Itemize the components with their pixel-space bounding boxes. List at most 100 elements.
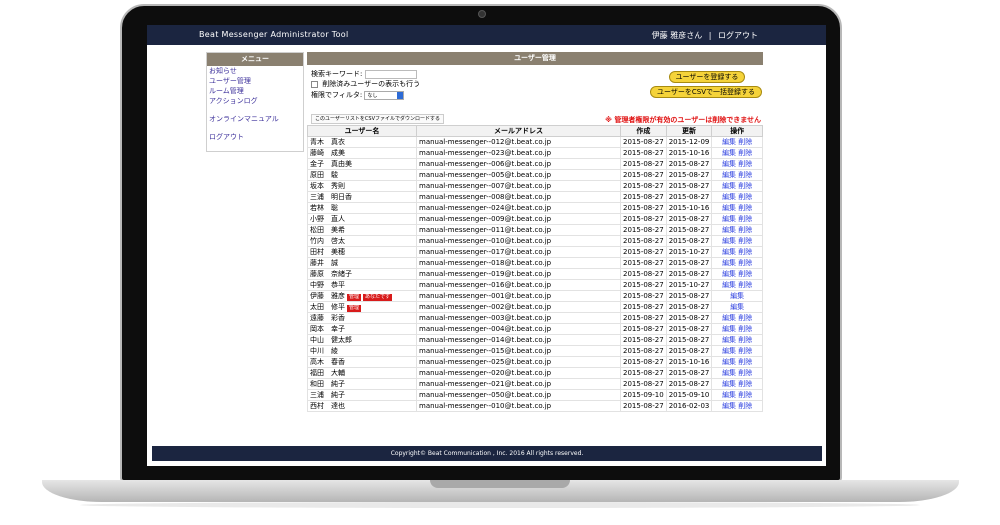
delete-link[interactable]: 削除 [738,248,752,256]
edit-link[interactable]: 編集 [722,391,736,399]
delete-link[interactable]: 削除 [738,402,752,410]
delete-link[interactable]: 削除 [738,149,752,157]
edit-link[interactable]: 編集 [722,204,736,212]
delete-link[interactable]: 削除 [738,138,752,146]
sidebar-item-online-manual[interactable]: オンラインマニュアル [207,114,303,124]
table-row: 小野 直人 manual-messenger--009@t.beat.co.jp 2… [307,213,763,225]
delete-link[interactable]: 削除 [738,160,752,168]
actions-cell: 編集 削除 [711,257,763,269]
sidebar-item-user-management[interactable]: ユーザー管理 [207,76,303,86]
edit-link[interactable]: 編集 [722,402,736,410]
edit-link[interactable]: 編集 [722,314,736,322]
updated-cell: 2015-08-27 [665,268,713,280]
edit-link[interactable]: 編集 [730,303,744,311]
edit-link[interactable]: 編集 [722,347,736,355]
edit-link[interactable]: 編集 [722,149,736,157]
delete-link[interactable]: 削除 [738,171,752,179]
edit-link[interactable]: 編集 [722,281,736,289]
edit-link[interactable]: 編集 [722,248,736,256]
username: 松田 美希 [310,226,345,234]
role-filter-select[interactable]: なし [364,90,405,100]
register-user-button[interactable]: ユーザーを登録する [669,71,745,83]
edit-link[interactable]: 編集 [722,215,736,223]
username: 伊藤 雅彦 [310,292,345,300]
delete-link[interactable]: 削除 [738,314,752,322]
updated-cell: 2015-08-27 [665,378,713,390]
delete-link[interactable]: 削除 [738,237,752,245]
keyword-input[interactable] [364,69,417,79]
delete-link[interactable]: 削除 [738,204,752,212]
updated-cell: 2015-10-16 [665,356,713,368]
edit-link[interactable]: 編集 [722,171,736,179]
updated-cell: 2015-08-27 [665,180,713,192]
filter-label: 権限でフィルタ: [311,91,363,99]
edit-link[interactable]: 編集 [722,259,736,267]
email-cell: manual-messenger--024@t.beat.co.jp [416,202,621,214]
updated-cell: 2015-09-10 [665,389,713,401]
created-cell: 2015-08-27 [620,279,667,291]
edit-link[interactable]: 編集 [722,270,736,278]
edit-link[interactable]: 編集 [722,336,736,344]
email-cell: manual-messenger--018@t.beat.co.jp [416,257,621,269]
sidebar-item-news[interactable]: お知らせ [207,66,303,76]
username-cell: 遠藤 彩香 [307,312,417,324]
created-cell: 2015-08-27 [620,246,667,258]
user-area: 伊藤 雅彦さん | ログアウト [648,30,758,41]
edit-link[interactable]: 編集 [722,358,736,366]
username: 田村 美穂 [310,248,345,256]
edit-link[interactable]: 編集 [722,193,736,201]
delete-link[interactable]: 削除 [738,336,752,344]
delete-link[interactable]: 削除 [738,391,752,399]
edit-link[interactable]: 編集 [722,380,736,388]
csv-register-button[interactable]: ユーザーをCSVで一括登録する [650,86,762,98]
created-cell: 2015-08-27 [620,158,667,170]
username: 若林 聡 [310,204,338,212]
username-cell: 竹内 啓太 [307,235,417,247]
show-deleted-checkbox[interactable] [311,80,318,88]
nav-separator: | [708,31,712,40]
current-user-name: 伊藤 雅彦さん [651,31,703,40]
username: 中川 綾 [310,347,338,355]
table-row: 中川 綾 manual-messenger--015@t.beat.co.jp 20… [307,345,763,357]
username: 高木 春香 [310,358,345,366]
camera-icon [478,10,486,18]
edit-link[interactable]: 編集 [722,138,736,146]
created-cell: 2015-09-10 [620,389,667,401]
laptop-shadow [80,502,920,508]
delete-link[interactable]: 削除 [738,325,752,333]
delete-link[interactable]: 削除 [738,226,752,234]
table-row: 青木 真衣 manual-messenger--012@t.beat.co.jp 2… [307,136,763,148]
delete-link[interactable]: 削除 [738,259,752,267]
username: 福田 大輔 [310,369,345,377]
top-logout-link[interactable]: ログアウト [718,31,758,40]
csv-download-button[interactable]: このユーザーリストをCSVファイルでダウンロードする [311,114,444,124]
sidebar-item-action-log[interactable]: アクションログ [207,96,303,106]
delete-link[interactable]: 削除 [738,215,752,223]
sidebar-item-logout[interactable]: ログアウト [207,132,303,142]
username-cell: 藤原 奈緒子 [307,268,417,280]
delete-link[interactable]: 削除 [738,281,752,289]
delete-link[interactable]: 削除 [738,369,752,377]
delete-link[interactable]: 削除 [738,380,752,388]
edit-link[interactable]: 編集 [722,160,736,168]
delete-link[interactable]: 削除 [738,347,752,355]
edit-link[interactable]: 編集 [722,325,736,333]
user-table: ユーザー名 メールアドレス 作成 更新 操作 青木 真衣 manual-messe… [307,125,763,412]
delete-link[interactable]: 削除 [738,193,752,201]
edit-link[interactable]: 編集 [722,182,736,190]
delete-link[interactable]: 削除 [738,182,752,190]
username-cell: 西村 達也 [307,400,417,412]
email-cell: manual-messenger--009@t.beat.co.jp [416,213,621,225]
email-cell: manual-messenger--023@t.beat.co.jp [416,147,621,159]
table-row: 西村 達也 manual-messenger--010@t.beat.co.jp 2… [307,400,763,412]
table-row: 田村 美穂 manual-messenger--017@t.beat.co.jp 2… [307,246,763,258]
edit-link[interactable]: 編集 [722,369,736,377]
delete-link[interactable]: 削除 [738,358,752,366]
edit-link[interactable]: 編集 [730,292,744,300]
edit-link[interactable]: 編集 [722,226,736,234]
edit-link[interactable]: 編集 [722,237,736,245]
username: 原田 駿 [310,171,338,179]
created-cell: 2015-08-27 [620,257,667,269]
sidebar-item-room-management[interactable]: ルーム管理 [207,86,303,96]
delete-link[interactable]: 削除 [738,270,752,278]
